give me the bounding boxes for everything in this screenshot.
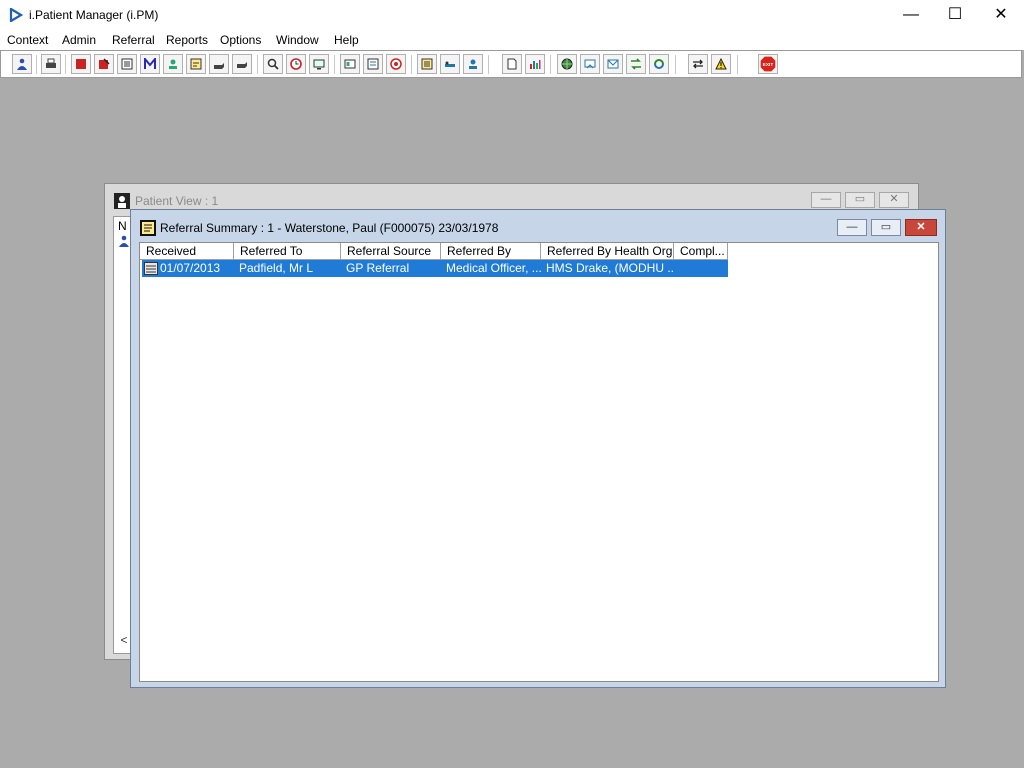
menu-help[interactable]: Help: [334, 33, 359, 47]
book-icon[interactable]: [71, 54, 91, 74]
patient-view-column-head: N: [118, 219, 127, 233]
column-header-referred-to[interactable]: Referred To: [234, 243, 341, 260]
referral-summary-restore-button[interactable]: ▭: [871, 219, 901, 236]
edit-book-icon[interactable]: [94, 54, 114, 74]
referral-summary-icon: [140, 220, 156, 236]
patient-view-title: Patient View : 1: [135, 194, 219, 208]
patient-row-icon: [119, 235, 129, 247]
patient-icon[interactable]: [12, 54, 32, 74]
bed-icon[interactable]: [440, 54, 460, 74]
app-title: i.Patient Manager (i.PM): [29, 8, 159, 22]
recycle-icon[interactable]: [649, 54, 669, 74]
form-icon[interactable]: [363, 54, 383, 74]
referral-summary-title: Referral Summary : 1 - Waterstone, Paul …: [160, 221, 499, 235]
column-header-referred-by[interactable]: Referred By: [441, 243, 541, 260]
referral-summary-close-button[interactable]: ✕: [905, 219, 937, 236]
exit-icon[interactable]: EXIT: [758, 54, 778, 74]
patient-view-restore-button[interactable]: ▭: [845, 192, 875, 208]
menu-referral[interactable]: Referral: [112, 33, 155, 47]
table-row[interactable]: 01/07/2013 Padfield, Mr L GP Referral Me…: [142, 260, 728, 277]
cell-referred-by: Medical Officer, ...: [446, 261, 541, 275]
warning-icon[interactable]: [711, 54, 731, 74]
column-header-completed[interactable]: Compl...: [674, 243, 728, 260]
person-icon[interactable]: [163, 54, 183, 74]
close-button[interactable]: ✕: [978, 0, 1024, 30]
monitor-icon[interactable]: [309, 54, 329, 74]
minimize-button[interactable]: —: [888, 0, 934, 30]
swap-icon[interactable]: [688, 54, 708, 74]
referral-row-icon: [144, 262, 158, 275]
cell-received: 01/07/2013: [160, 261, 221, 275]
document-icon[interactable]: [117, 54, 137, 74]
app-titlebar: i.Patient Manager (i.PM) — ☐ ✕: [0, 0, 1024, 30]
menu-admin[interactable]: Admin: [62, 33, 96, 47]
notes-icon[interactable]: [186, 54, 206, 74]
cell-referral-source: GP Referral: [346, 261, 410, 275]
cell-completed: [679, 260, 727, 277]
transfer-icon[interactable]: [626, 54, 646, 74]
list-icon[interactable]: [417, 54, 437, 74]
cell-referred-to: Padfield, Mr L: [239, 261, 314, 275]
printer-icon[interactable]: [41, 54, 61, 74]
card-icon[interactable]: [340, 54, 360, 74]
globe-icon[interactable]: [557, 54, 577, 74]
hand-icon[interactable]: [209, 54, 229, 74]
column-header-received[interactable]: Received: [140, 243, 234, 260]
hand2-icon[interactable]: [232, 54, 252, 74]
patient-view-icon: [114, 193, 130, 209]
menu-reports[interactable]: Reports: [166, 33, 208, 47]
chart-icon[interactable]: [525, 54, 545, 74]
clock-icon[interactable]: [286, 54, 306, 74]
app-logo-icon: [9, 8, 23, 22]
referral-summary-window[interactable]: Referral Summary : 1 - Waterstone, Paul …: [130, 209, 946, 688]
column-header-referred-by-health-org[interactable]: Referred By Health Org.: [541, 243, 674, 260]
menu-context[interactable]: Context: [7, 33, 48, 47]
mail-icon[interactable]: [140, 54, 160, 74]
maximize-button[interactable]: ☐: [932, 0, 978, 30]
exit-label: EXIT: [763, 62, 774, 68]
menu-window[interactable]: Window: [276, 33, 319, 47]
target-icon[interactable]: [386, 54, 406, 74]
toolbar: EXIT: [0, 50, 1022, 78]
patient-view-close-button[interactable]: ✕: [879, 192, 909, 208]
column-header-referral-source[interactable]: Referral Source: [341, 243, 441, 260]
search-icon[interactable]: [263, 54, 283, 74]
referral-list[interactable]: Received Referred To Referral Source Ref…: [139, 242, 939, 682]
patient-view-minimize-button[interactable]: —: [811, 192, 841, 208]
page-icon[interactable]: [502, 54, 522, 74]
mailbox-icon[interactable]: [580, 54, 600, 74]
menu-options[interactable]: Options: [220, 33, 261, 47]
menu-bar: Context Admin Referral Reports Options W…: [0, 30, 1024, 50]
cell-referred-by-health-org: HMS Drake, (MODHU ...: [546, 261, 674, 275]
nurse-icon[interactable]: [463, 54, 483, 74]
referral-summary-minimize-button[interactable]: —: [837, 219, 867, 236]
envelope-icon[interactable]: [603, 54, 623, 74]
